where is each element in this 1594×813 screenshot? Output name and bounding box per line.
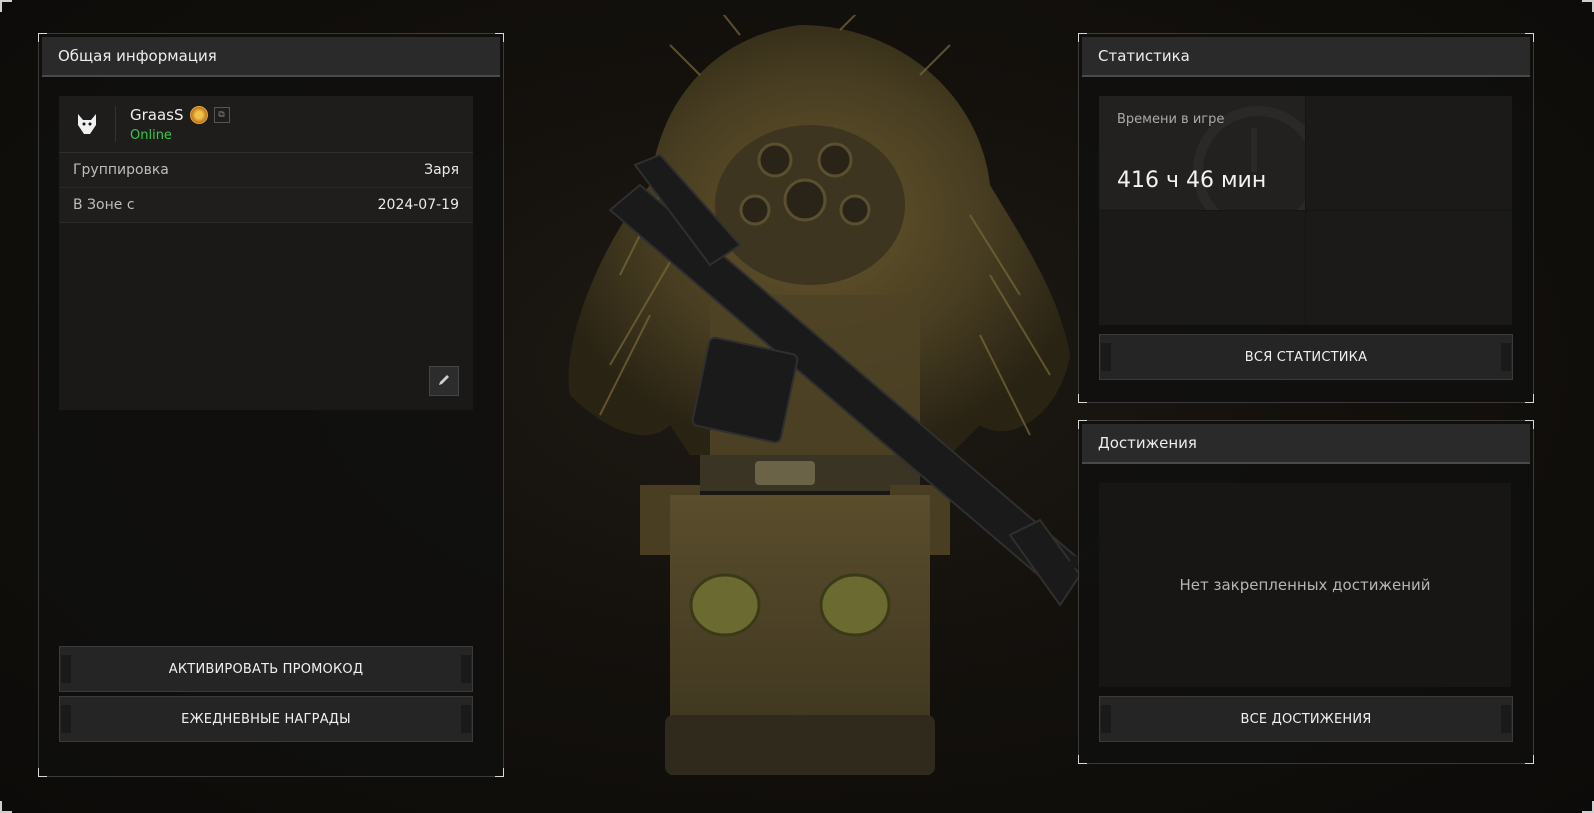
panel-title: Статистика [1082,37,1530,77]
all-stats-label: ВСЯ СТАТИСТИКА [1244,349,1368,365]
all-achievements-label: ВСЕ ДОСТИЖЕНИЯ [1240,711,1372,727]
screen-corner [0,801,12,813]
faction-label: Группировка [73,162,169,178]
statistics-panel: Статистика Времени в игре 416 ч 46 мин В… [1078,33,1534,403]
empty-achievements: Нет закрепленных достижений [1099,483,1511,687]
faction-badge-icon [189,105,208,124]
empty-achievements-text: Нет закрепленных достижений [1179,576,1431,594]
profile-info-box: GraasS ⧉ Online Группировка Заря В Зоне … [59,96,473,410]
general-info-panel: Общая информация GraasS ⧉ Online Группир… [38,33,504,777]
activate-promo-label: АКТИВИРОВАТЬ ПРОМОКОД [168,661,364,677]
screen-corner [1582,0,1594,12]
stat-slot [1099,211,1305,325]
user-row: GraasS ⧉ Online [59,96,473,153]
username: GraasS [130,105,184,124]
stats-grid: Времени в игре 416 ч 46 мин [1099,96,1512,325]
playtime-value: 416 ч 46 мин [1117,168,1267,193]
daily-rewards-button[interactable]: ЕЖЕДНЕВНЫЕ НАГРАДЫ [59,696,473,742]
character-model [540,9,1103,795]
achievements-panel: Достижения Нет закрепленных достижений В… [1078,420,1534,764]
faction-row: Группировка Заря [59,153,473,188]
pencil-icon [437,372,451,391]
stat-slot [1306,96,1512,210]
edit-button[interactable] [429,366,459,396]
wolf-head-icon [69,106,116,142]
join-date-value: 2024-07-19 [377,197,459,213]
copy-icon[interactable]: ⧉ [213,106,230,123]
online-status: Online [130,127,172,143]
daily-rewards-label: ЕЖЕДНЕВНЫЕ НАГРАДЫ [181,711,351,727]
faction-value: Заря [424,162,459,178]
all-achievements-button[interactable]: ВСЕ ДОСТИЖЕНИЯ [1099,696,1513,742]
playtime-card: Времени в игре 416 ч 46 мин [1099,96,1305,210]
stat-slot [1306,211,1512,325]
panel-title: Общая информация [42,37,500,77]
join-date-row: В Зоне с 2024-07-19 [59,188,473,223]
screen-corner [1582,801,1594,813]
screen-corner [0,0,12,12]
join-date-label: В Зоне с [73,197,135,213]
playtime-label: Времени в игре [1117,112,1225,127]
activate-promo-button[interactable]: АКТИВИРОВАТЬ ПРОМОКОД [59,646,473,692]
all-stats-button[interactable]: ВСЯ СТАТИСТИКА [1099,334,1513,380]
panel-title: Достижения [1082,424,1530,464]
